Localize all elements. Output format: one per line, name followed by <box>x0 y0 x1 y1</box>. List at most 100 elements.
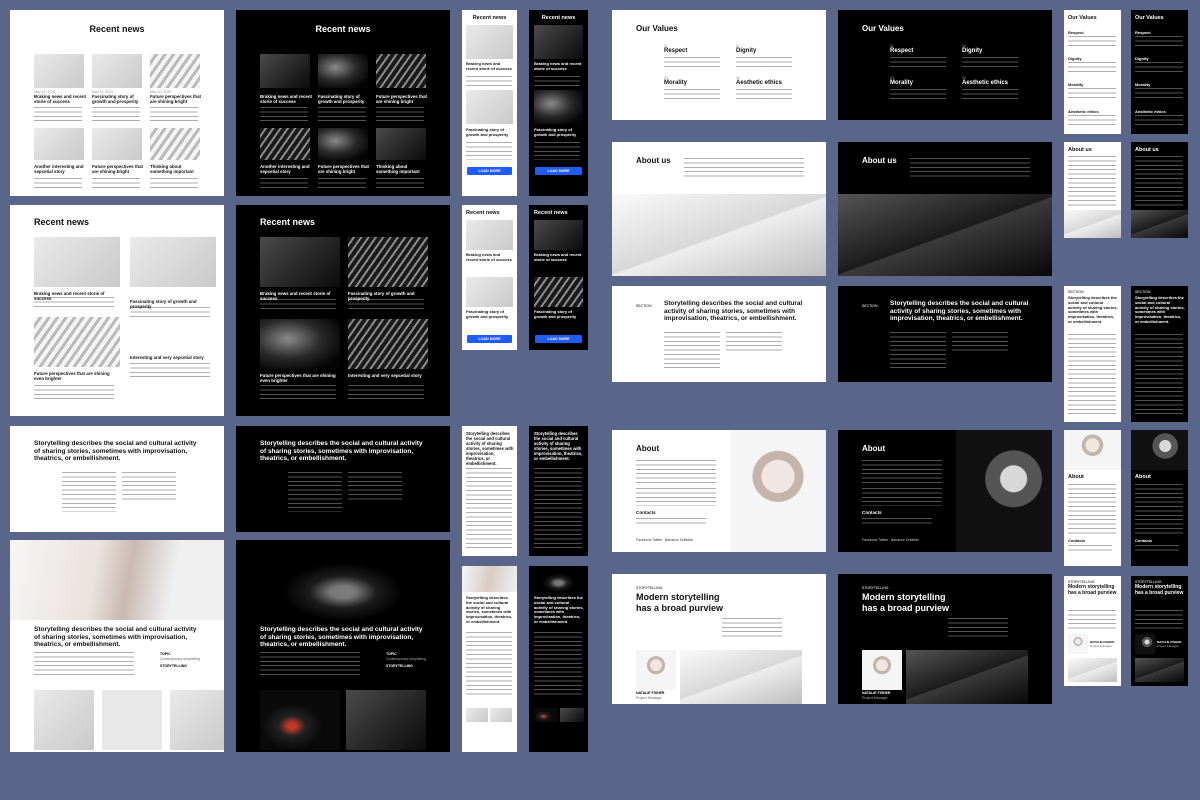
value-text <box>736 57 792 67</box>
news-item-title[interactable]: Fascinating story of growth and prosperi… <box>466 127 513 138</box>
social-link-twitter[interactable]: Twitter <box>878 538 888 542</box>
news-item-title[interactable]: Future perspectives that are shining bri… <box>92 164 146 174</box>
news-item-title[interactable]: Fascinating story of growth and prosperi… <box>318 94 372 104</box>
social-link-dribbble[interactable]: Dribbble <box>680 538 693 542</box>
news-item-title[interactable]: Braking news and recent storie of succes… <box>466 61 513 72</box>
gallery-photo <box>102 690 162 750</box>
modern-tag: STORYTELLING <box>636 586 663 590</box>
contacts-text <box>1135 545 1179 553</box>
person-photo <box>862 650 902 690</box>
news-excerpt <box>34 385 114 399</box>
news-mobile-light: Recent news Braking news and recent stor… <box>462 10 517 196</box>
news-item-title[interactable]: Future perspectives that are shining bri… <box>376 94 430 104</box>
load-more-button[interactable]: LOAD MORE <box>467 335 512 343</box>
hero-photo <box>10 540 224 620</box>
story-headline: Storytelling describes the social and cu… <box>1068 295 1118 324</box>
about-us-light: About us <box>612 142 826 276</box>
story-headline: Storytelling describes the social and cu… <box>260 626 423 649</box>
social-link-twitter[interactable]: Twitter <box>652 538 662 542</box>
value-title: Aesthetic ethics <box>962 80 1009 86</box>
news-excerpt <box>150 178 198 190</box>
topic-label: TOPIC <box>160 652 171 656</box>
about-us-heading: About us <box>1068 147 1092 153</box>
values-heading: Our Values <box>636 24 678 33</box>
news-item-title[interactable]: Braking news and recent storie of succes… <box>534 252 583 263</box>
news-item-title[interactable]: Braking news and recent storie of succes… <box>534 61 583 72</box>
section-label: SECTION <box>862 304 878 308</box>
news-item-title[interactable]: Interesting and very sepcetial story <box>348 373 428 378</box>
story-card-dark: Storytelling describes the social and cu… <box>236 426 450 532</box>
load-more-button[interactable]: LOAD MORE <box>535 335 582 343</box>
news-photo <box>534 277 583 307</box>
story-body <box>534 632 582 696</box>
news-item-title[interactable]: Future perspectives that are shining bri… <box>150 94 204 104</box>
value-text <box>1068 88 1116 98</box>
about-us-heading: About us <box>636 156 671 165</box>
value-text <box>962 57 1018 67</box>
person-role: Project Manager <box>1157 644 1180 648</box>
values-heading: Our Values <box>862 24 904 33</box>
news-photo <box>260 54 310 88</box>
story-headline: Storytelling describes the social and cu… <box>1135 295 1185 324</box>
story-label: STORYTELLING <box>386 664 413 668</box>
values-card-dark: Our Values 01 Respect 02 Dignity 03 Mora… <box>838 10 1052 120</box>
news-item-title[interactable]: Another interesting and sepcetial story <box>260 164 314 174</box>
load-more-button[interactable]: LOAD MORE <box>467 167 512 175</box>
social-link-facebook[interactable]: Facebook <box>862 538 877 542</box>
news-item-title[interactable]: Fascinating story of growth and prosperi… <box>466 309 513 320</box>
story-body <box>726 332 782 354</box>
news-excerpt <box>466 76 512 86</box>
modern-story-dark: STORYTELLING Modern storytelling has a b… <box>838 574 1052 704</box>
story-card-light: Storytelling describes the social and cu… <box>10 426 224 532</box>
social-link-dribbble[interactable]: Dribbble <box>906 538 919 542</box>
news-item-title[interactable]: Fascinating story of growth and prosperi… <box>534 127 583 138</box>
news-excerpt <box>348 299 424 311</box>
news-photo <box>534 25 583 59</box>
story-headline: Storytelling describes the social and cu… <box>466 431 514 466</box>
news-item-title[interactable]: Braking news and recent storie of succes… <box>34 94 88 104</box>
modern-text <box>1068 610 1116 630</box>
social-link-facebook[interactable]: Facebook <box>636 538 651 542</box>
news-item-title[interactable]: Future perspectives that are shining eve… <box>260 373 340 383</box>
social-link-behance[interactable]: Behance <box>891 538 905 542</box>
news-heading: Recent news <box>34 217 90 227</box>
person-role: Project Manager <box>862 696 888 700</box>
story-body <box>288 472 342 512</box>
news-heading: Recent news <box>466 210 500 216</box>
story-body <box>664 332 720 368</box>
news-excerpt <box>34 107 82 121</box>
news-photo <box>466 277 513 307</box>
news-item-title[interactable]: Future perspectives that are shining eve… <box>34 371 120 381</box>
story-body <box>122 472 176 500</box>
news-item-title[interactable]: Thinking about something important <box>376 164 430 174</box>
person-photo <box>636 650 676 690</box>
value-text <box>1135 36 1183 46</box>
news-item-title[interactable]: Future perspectives that are shining bri… <box>318 164 372 174</box>
news-photo <box>318 54 368 88</box>
story-hero-light: Storytelling describes the social and cu… <box>10 540 224 752</box>
about-portrait <box>956 430 1052 552</box>
story-body <box>952 332 1008 354</box>
modern-mobile-light: STORYTELLING Modern storytelling has a b… <box>1064 576 1121 686</box>
news-excerpt <box>348 385 424 399</box>
news-item-title[interactable]: Fascinating story of growth and prosperi… <box>92 94 146 104</box>
news-photo <box>34 237 120 287</box>
value-title: Dignity <box>1135 56 1149 61</box>
news-excerpt <box>318 178 366 190</box>
news-excerpt <box>130 307 210 319</box>
load-more-button[interactable]: LOAD MORE <box>535 167 582 175</box>
about-us-photo <box>612 194 826 276</box>
about-dark: About Contacts Facebook Twitter Behance … <box>838 430 1052 552</box>
news-photo <box>34 54 84 88</box>
news-item-title[interactable]: Fascinating story of growth and prosperi… <box>534 309 583 320</box>
modern-text <box>948 618 1008 638</box>
news-item-title[interactable]: Braking news and recent storie of succes… <box>260 94 314 104</box>
value-text <box>1135 115 1183 127</box>
news-item-title[interactable]: Braking news and recent storie of succes… <box>466 252 513 263</box>
gallery-photo <box>560 708 584 722</box>
news-photo <box>466 220 513 250</box>
news-item-title[interactable]: Thinking about something important <box>150 164 204 174</box>
news-item-title[interactable]: Another interesting and sepcetial story <box>34 164 88 174</box>
social-link-behance[interactable]: Behance <box>665 538 679 542</box>
news-item-title[interactable]: Interesting and very sepcetial story <box>130 355 216 360</box>
